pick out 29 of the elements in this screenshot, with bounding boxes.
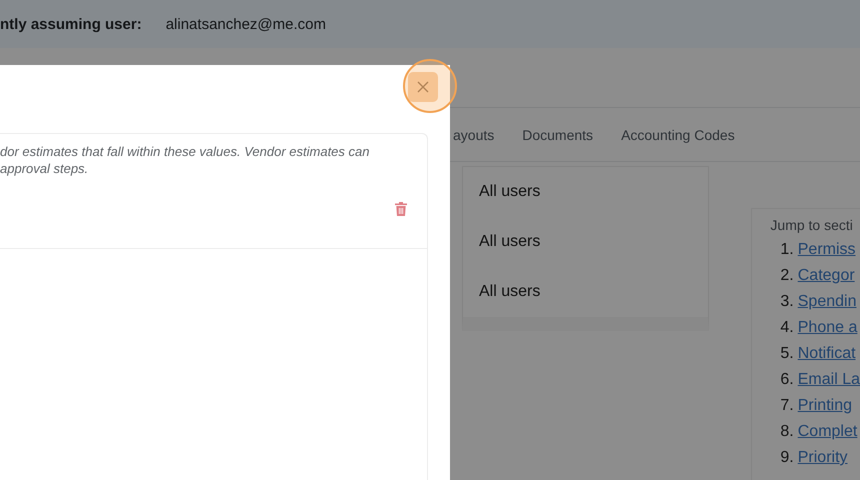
list-number: 8. <box>780 423 794 441</box>
assume-user-label: ntly assuming user: <box>0 16 142 32</box>
close-button[interactable] <box>408 72 438 102</box>
list-number: 2. <box>780 267 794 285</box>
section-link[interactable]: Notificat <box>798 345 856 363</box>
list-number: 7. <box>780 397 794 415</box>
section-link[interactable]: Priority <box>798 449 848 467</box>
section-link[interactable]: Phone a <box>798 319 858 337</box>
description-line: approval steps. <box>0 160 90 177</box>
trash-icon[interactable] <box>395 202 407 216</box>
list-number: 4. <box>780 319 794 337</box>
tab[interactable]: Documents <box>508 126 608 142</box>
assumed-user-email: alinatsanchez@me.com <box>166 16 326 32</box>
list-number: 9. <box>780 449 794 467</box>
list-number: 1. <box>780 241 794 259</box>
section-link[interactable]: Email La <box>798 371 860 389</box>
tab[interactable]: ayouts <box>453 126 508 142</box>
section-link[interactable]: Categor <box>798 267 855 285</box>
jump-to-section-title: Jump to secti <box>770 217 853 233</box>
description-line: dor estimates that fall within these values. Vendor estimates can <box>0 143 370 160</box>
tab[interactable]: Accounting Codes <box>607 126 749 142</box>
section-link[interactable]: Permiss <box>798 241 856 259</box>
section-link[interactable]: Complet <box>798 423 858 441</box>
list-number: 6. <box>780 371 794 389</box>
list-number: 3. <box>780 293 794 311</box>
list-number: 5. <box>780 345 794 363</box>
section-link[interactable]: Spendin <box>798 293 856 311</box>
section-link[interactable]: Printing <box>798 397 852 415</box>
close-icon <box>417 81 429 93</box>
